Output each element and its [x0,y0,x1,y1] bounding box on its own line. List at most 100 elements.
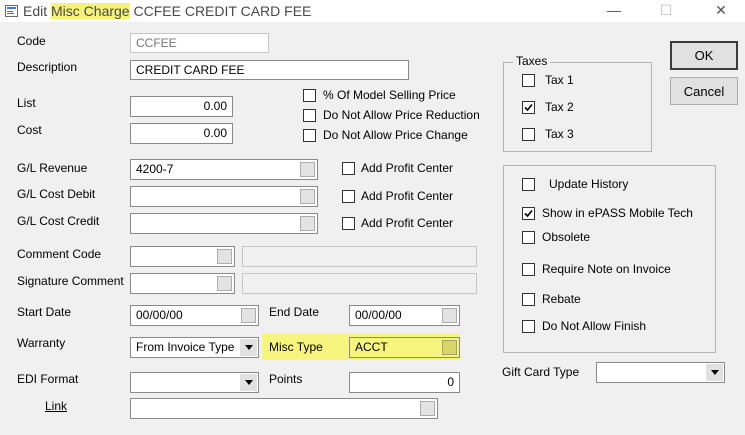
warranty-dropdown[interactable]: From Invoice Type [130,337,259,358]
start-date-field[interactable]: 00/00/00 [130,305,259,326]
cancel-button[interactable]: Cancel [670,77,738,105]
gl-cost-credit-lookup-button[interactable] [300,216,315,231]
title-suffix: CCFEE CREDIT CARD FEE [133,3,312,19]
tax3-label: Tax 3 [545,127,574,141]
no-price-reduction-label: Do Not Allow Price Reduction [323,108,480,122]
gl-cost-credit-label: G/L Cost Credit [17,214,100,228]
no-allow-finish-checkbox[interactable] [522,320,535,333]
code-field[interactable]: CCFEE [130,33,269,53]
signature-comment-label: Signature Comment [17,274,124,288]
warranty-label: Warranty [17,336,66,350]
title-prefix: Edit [23,3,48,19]
misc-type-value: ACCT [355,340,388,354]
gl-cost-debit-lookup-button[interactable] [300,189,315,204]
misc-type-lookup-button[interactable] [442,340,457,355]
obsolete-checkbox[interactable] [522,231,535,244]
maximize-icon: ☐ [659,1,673,18]
minimize-button[interactable]: — [596,0,632,20]
cost-label: Cost [17,123,42,137]
update-history-checkbox[interactable] [522,178,535,191]
end-date-field[interactable]: 00/00/00 [349,305,460,326]
profit-center-credit-label: Add Profit Center [361,216,454,230]
gl-revenue-field[interactable]: 4200-7 [130,159,318,180]
tax2-checkbox[interactable] [522,101,535,114]
tax1-label: Tax 1 [545,73,574,87]
close-icon: ✕ [715,1,727,18]
ok-button[interactable]: OK [670,41,738,70]
comment-code-field[interactable] [130,246,235,267]
gift-card-type-dropdown[interactable] [596,362,725,383]
list-field[interactable]: 0.00 [130,96,233,117]
show-epass-label: Show in ePASS Mobile Tech [542,206,693,220]
no-price-change-checkbox[interactable] [303,129,316,142]
title-bar: Edit Misc Charge CCFEE CREDIT CARD FEE —… [0,0,745,22]
cost-field[interactable]: 0.00 [130,123,233,144]
rebate-checkbox[interactable] [522,293,535,306]
gl-revenue-label: G/L Revenue [17,161,88,175]
signature-comment-field[interactable] [130,273,235,294]
comment-desc-field [242,246,477,267]
list-label: List [17,96,36,110]
gift-card-type-label: Gift Card Type [502,365,580,379]
profit-center-credit-checkbox[interactable] [342,217,355,230]
misc-type-field[interactable]: ACCT [349,337,460,358]
end-date-label: End Date [269,305,320,319]
maximize-button[interactable]: ☐ [648,0,684,20]
description-label: Description [17,60,78,74]
comment-code-label: Comment Code [17,247,102,261]
pct-model-price-label: % Of Model Selling Price [323,88,456,102]
points-label: Points [269,372,303,386]
link-lookup-button[interactable] [420,401,435,416]
gl-revenue-value: 4200-7 [136,162,174,176]
misc-type-label: Misc Type [269,340,323,354]
description-field[interactable]: CREDIT CARD FEE [130,60,409,80]
gl-cost-credit-field[interactable] [130,213,318,234]
show-epass-checkbox[interactable] [522,207,535,220]
edi-format-label: EDI Format [17,372,79,386]
no-price-change-label: Do Not Allow Price Change [323,128,468,142]
end-date-value: 00/00/00 [355,308,402,322]
require-note-checkbox[interactable] [522,263,535,276]
start-date-label: Start Date [17,305,72,319]
tax1-checkbox[interactable] [522,74,535,87]
warranty-value: From Invoice Type [136,340,235,354]
tax2-label: Tax 2 [545,100,574,114]
check-icon [524,103,533,112]
gl-cost-debit-field[interactable] [130,186,318,207]
taxes-group-title: Taxes [513,54,551,68]
start-date-picker-button[interactable] [241,308,256,323]
close-button[interactable]: ✕ [703,0,739,20]
check-icon [524,209,533,218]
no-allow-finish-label: Do Not Allow Finish [542,319,647,333]
gl-cost-debit-label: G/L Cost Debit [17,187,96,201]
comment-code-lookup-button[interactable] [217,249,232,264]
edi-format-dropdown[interactable] [130,372,259,393]
signature-desc-field [242,273,477,294]
link-label[interactable]: Link [45,399,67,413]
signature-comment-lookup-button[interactable] [217,276,232,291]
profit-center-revenue-label: Add Profit Center [361,161,454,175]
link-field[interactable] [130,398,438,419]
title-highlight: Misc Charge [51,3,130,19]
require-note-label: Require Note on Invoice [542,262,671,276]
points-field[interactable]: 0 [349,372,460,393]
window-title: Edit Misc Charge CCFEE CREDIT CARD FEE [23,3,311,19]
end-date-picker-button[interactable] [442,308,457,323]
warranty-chevron-down-icon[interactable] [240,339,257,356]
gl-revenue-lookup-button[interactable] [300,162,315,177]
start-date-value: 00/00/00 [136,308,183,322]
tax3-checkbox[interactable] [522,128,535,141]
update-history-label: Update History [549,177,629,191]
edi-format-chevron-down-icon[interactable] [240,374,257,391]
profit-center-debit-checkbox[interactable] [342,190,355,203]
minimize-icon: — [607,2,621,18]
code-label: Code [17,34,46,48]
pct-model-price-checkbox[interactable] [303,89,316,102]
profit-center-revenue-checkbox[interactable] [342,162,355,175]
profit-center-debit-label: Add Profit Center [361,189,454,203]
app-icon [5,5,18,17]
obsolete-label: Obsolete [542,230,591,244]
no-price-reduction-checkbox[interactable] [303,109,316,122]
rebate-label: Rebate [542,292,581,306]
gift-card-type-chevron-down-icon[interactable] [706,364,723,381]
